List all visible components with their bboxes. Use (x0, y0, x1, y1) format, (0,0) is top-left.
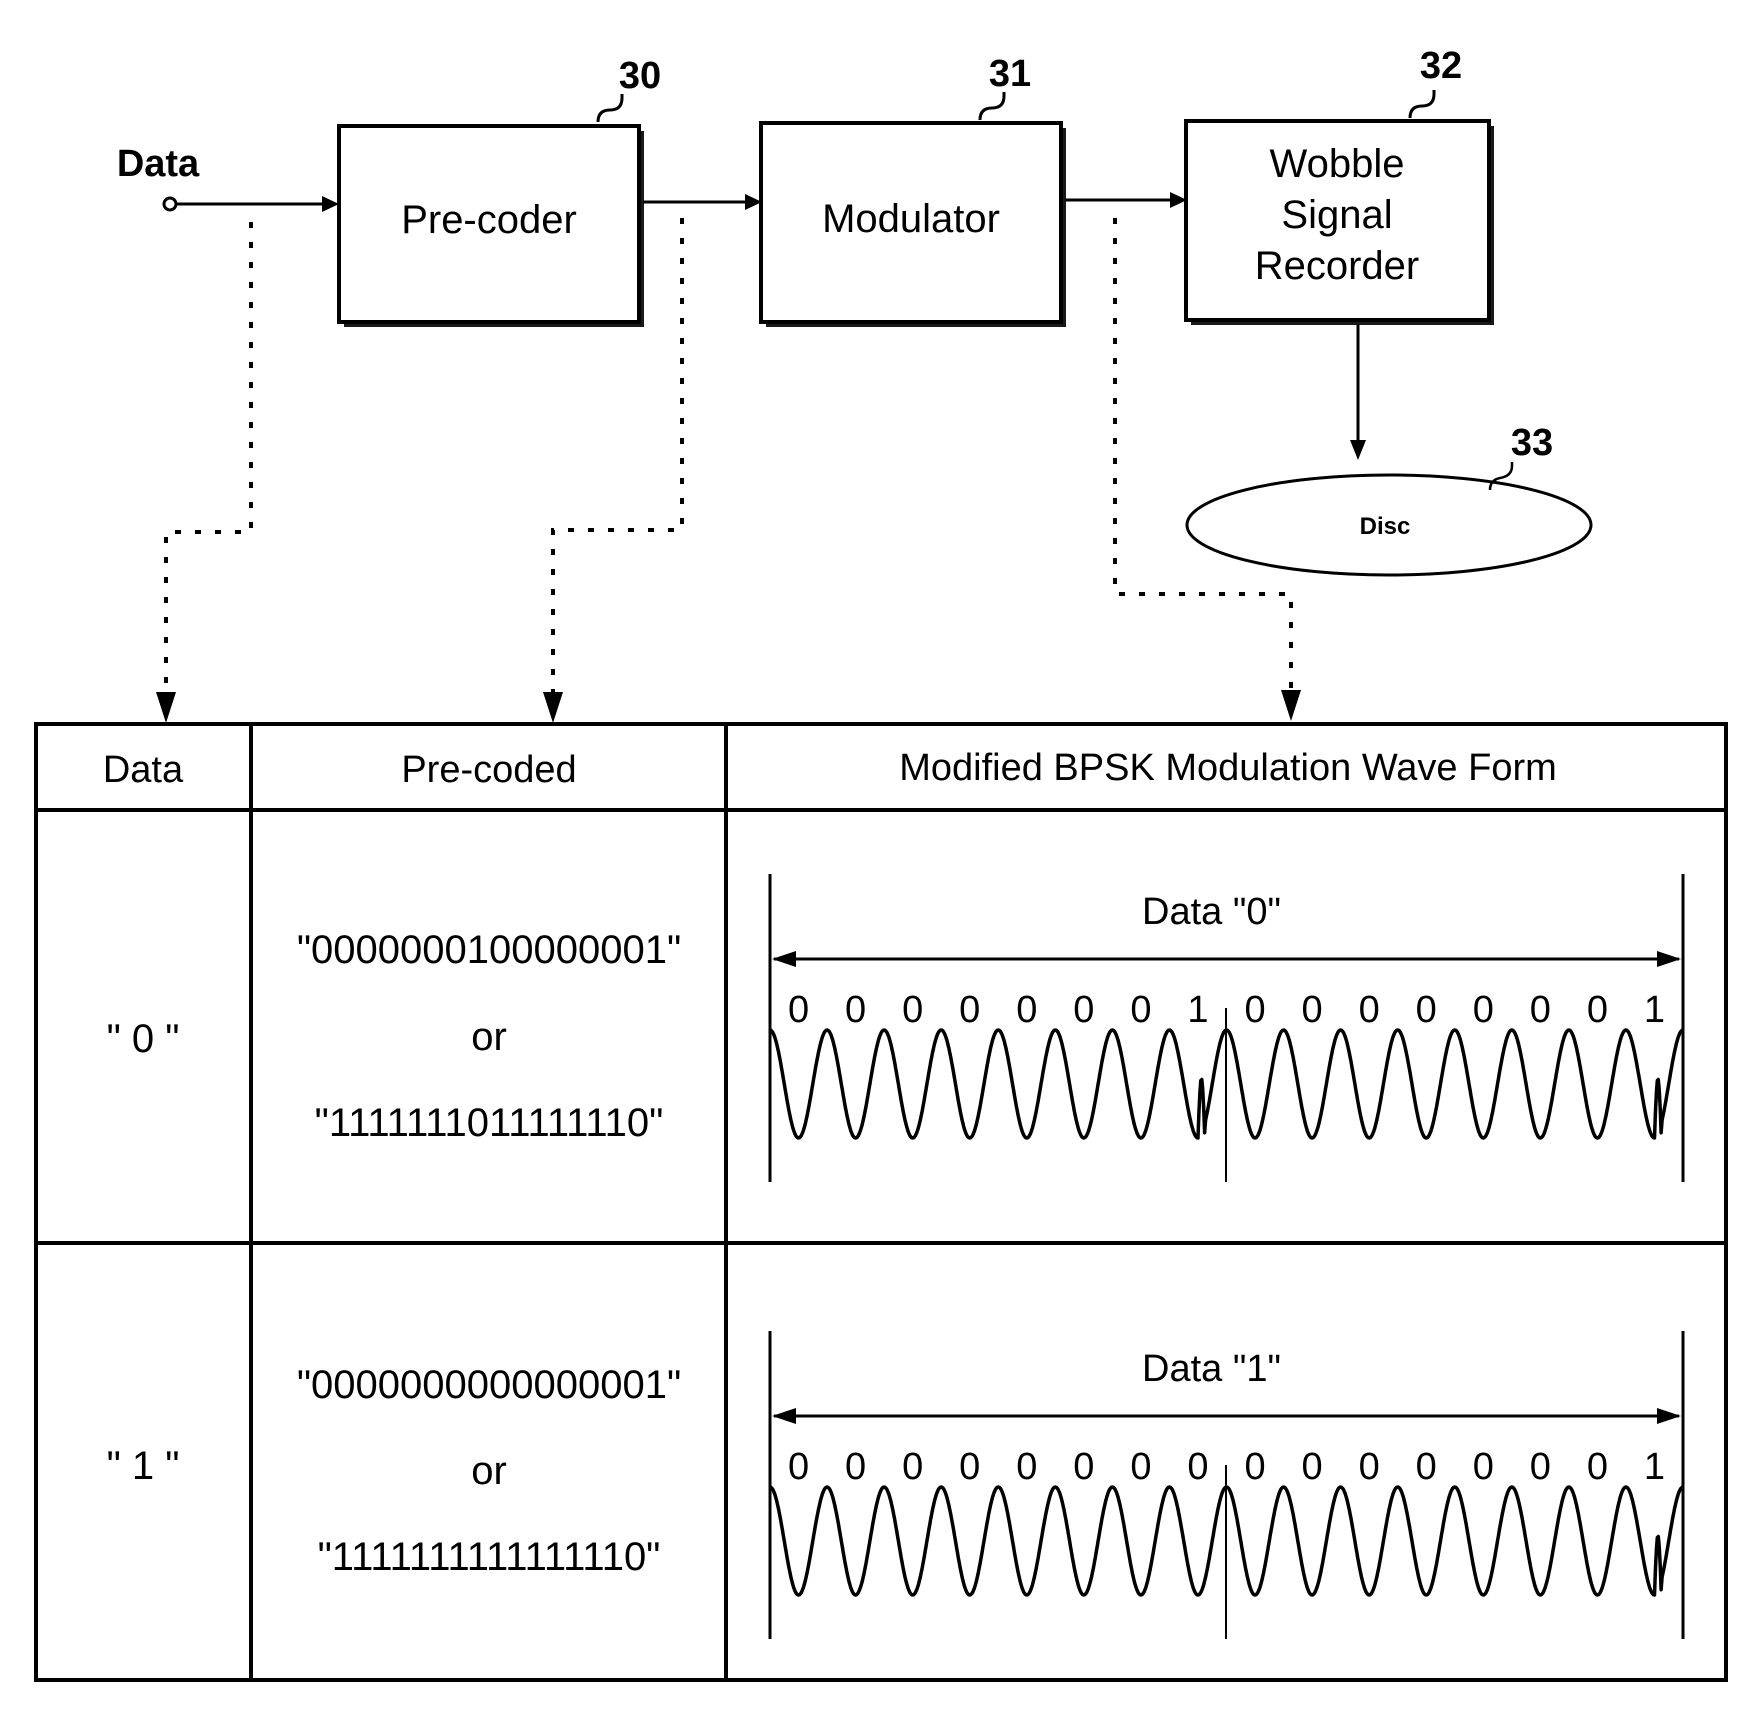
bit-label: 1 (1187, 989, 1208, 1031)
bit-label: 0 (1130, 1446, 1151, 1488)
bit-label: 0 (1359, 1446, 1380, 1488)
bit-label: 0 (1416, 989, 1437, 1031)
arrow-head-icon (1657, 951, 1681, 967)
encoding-table: Data Pre-coded Modified BPSK Modulation … (34, 722, 1728, 1682)
block-wobble-recorder: Wobble Signal Recorder 32 (1184, 45, 1494, 325)
header-precoded: Pre-coded (401, 749, 576, 791)
bit-label: 0 (845, 1446, 866, 1488)
waveform-title: Data "0" (1142, 891, 1281, 933)
bit-label: 0 (902, 1446, 923, 1488)
bit-label: 1 (1644, 989, 1665, 1031)
leader-line (596, 94, 624, 123)
bit-label: 0 (788, 1446, 809, 1488)
bit-label: 0 (1359, 989, 1380, 1031)
header-waveform: Modified BPSK Modulation Wave Form (899, 747, 1557, 789)
table-border (34, 722, 1728, 1682)
bit-label: 0 (1073, 1446, 1094, 1488)
bit-label: 0 (1530, 989, 1551, 1031)
input-data-label: Data (117, 143, 200, 185)
arrow-head-icon (772, 951, 796, 967)
block-label: Signal (1281, 193, 1392, 237)
bit-label: 0 (959, 1446, 980, 1488)
bit-label: 0 (1587, 1446, 1608, 1488)
bit-label: 0 (845, 989, 866, 1031)
table-row: " 1 " "0000000000000001" or "11111111111… (107, 1331, 1685, 1639)
bit-label: 0 (1244, 1446, 1265, 1488)
waveform-title: Data "1" (1142, 1348, 1281, 1390)
table-row: " 0 " "0000000100000001" or "11111110111… (107, 874, 1685, 1182)
bit-label: 0 (1244, 989, 1265, 1031)
arrow-head-icon (1350, 440, 1366, 460)
row-data-value: " 0 " (107, 1017, 180, 1061)
disc-label: Disc (1360, 513, 1411, 540)
arrow-head-icon (1657, 1408, 1681, 1424)
block-modulator: Modulator 31 (759, 53, 1066, 327)
input-terminal-icon (162, 196, 178, 212)
ref-number: 32 (1420, 45, 1462, 87)
disc: Disc 33 (1185, 422, 1593, 577)
bit-label: 0 (959, 989, 980, 1031)
bit-label: 0 (1530, 1446, 1551, 1488)
bit-label: 0 (1473, 1446, 1494, 1488)
header-data: Data (103, 749, 184, 791)
diagram-canvas: Data Pre-coder 30 Modulator 31 Wobble Si… (34, 45, 1728, 1682)
bit-label: 0 (902, 989, 923, 1031)
arrow-head-icon (156, 692, 176, 723)
ref-number: 31 (989, 53, 1031, 95)
arrow-head-icon (322, 196, 339, 212)
bit-label: 0 (1302, 1446, 1323, 1488)
bit-label: 0 (1016, 1446, 1037, 1488)
bit-label: 0 (1187, 1446, 1208, 1488)
arrow-head-icon (543, 692, 563, 723)
precoded-or: or (471, 1449, 507, 1493)
arrow-head-icon (772, 1408, 796, 1424)
precoded-value: "0000000100000001" (297, 928, 681, 972)
bit-label: 1 (1644, 1446, 1665, 1488)
bit-label: 0 (1416, 1446, 1437, 1488)
leader-line (1408, 90, 1436, 119)
bit-label: 0 (1073, 989, 1094, 1031)
block-label: Wobble (1270, 142, 1405, 186)
precoded-value: "1111111011111110" (315, 1101, 664, 1145)
ref-number: 30 (619, 55, 661, 97)
bit-label: 0 (1016, 989, 1037, 1031)
bit-label: 0 (1473, 989, 1494, 1031)
block-precoder: Pre-coder 30 (337, 55, 661, 327)
bit-label: 0 (1130, 989, 1151, 1031)
waveform-panel: Data "0"0 0 0 0 0 0 0 1 0 0 0 0 0 0 0 1 (768, 874, 1685, 1182)
block-label: Recorder (1255, 244, 1420, 288)
ref-number: 33 (1511, 422, 1553, 464)
precoded-value: "1111111111111110" (318, 1535, 661, 1579)
block-label: Modulator (822, 197, 1000, 241)
tap-line-data (164, 222, 253, 700)
tap-lines (164, 218, 1293, 700)
arrow-head-icon (1281, 690, 1301, 721)
block-label: Pre-coder (401, 198, 577, 242)
precoded-or: or (471, 1015, 507, 1059)
bit-label: 0 (788, 989, 809, 1031)
waveform-panel: Data "1"0 0 0 0 0 0 0 0 0 0 0 0 0 0 0 1 (768, 1331, 1685, 1639)
row-data-value: " 1 " (107, 1444, 180, 1488)
precoded-value: "0000000000000001" (297, 1363, 681, 1407)
bit-label: 0 (1302, 989, 1323, 1031)
bit-label: 0 (1587, 989, 1608, 1031)
leader-line (978, 92, 1006, 121)
